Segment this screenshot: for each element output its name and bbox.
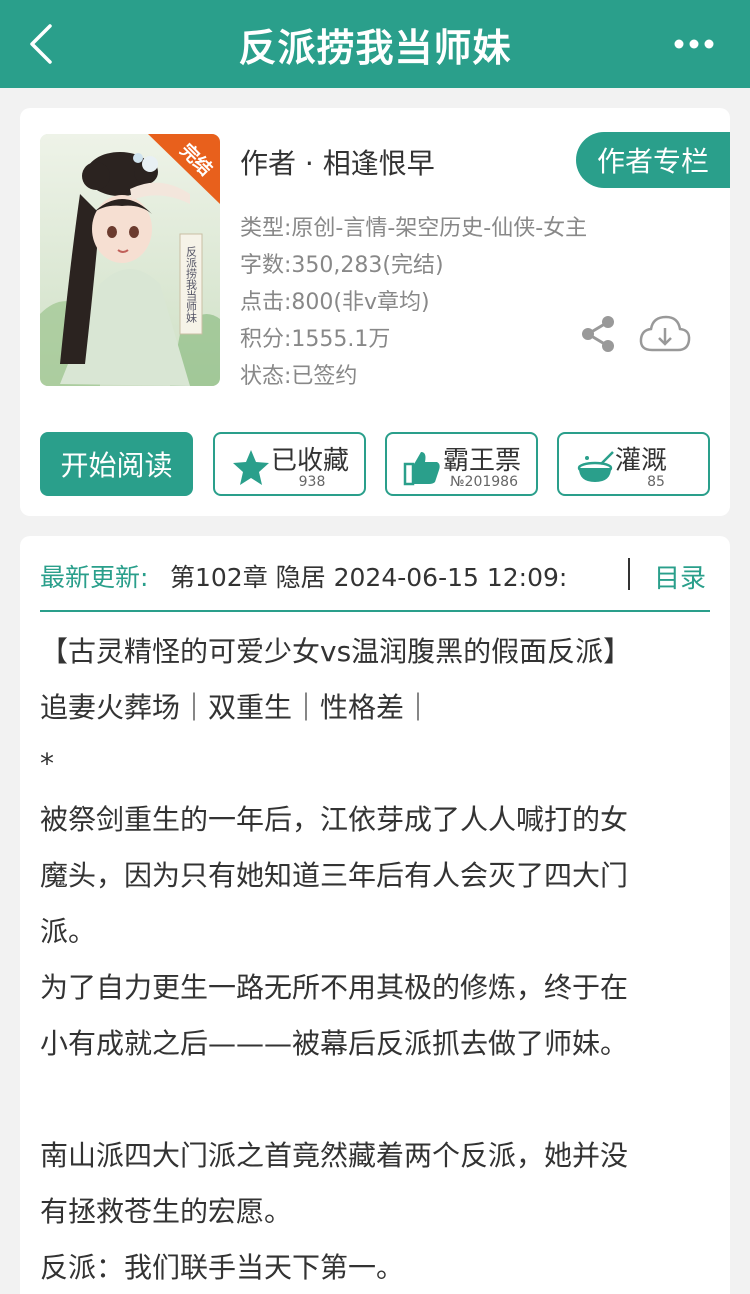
book-description: 【古灵精怪的可爱少女vs温润腹黑的假面反派】 追妻火葬场｜双重生｜性格差｜ * … bbox=[40, 624, 710, 1294]
collect-button[interactable]: 已收藏 938 bbox=[213, 432, 366, 496]
cover-title: 反派捞我当师妹 bbox=[185, 246, 198, 324]
thumbs-up-icon bbox=[403, 452, 440, 486]
table-of-contents-link[interactable]: 目录 bbox=[654, 558, 706, 595]
chevron-left-icon bbox=[30, 24, 52, 64]
description-line: 被祭剑重生的一年后，江依芽成了人人喊打的女 bbox=[40, 803, 629, 836]
author-column-button[interactable]: 作者专栏 bbox=[576, 132, 730, 188]
start-reading-button[interactable]: 开始阅读 bbox=[40, 432, 193, 496]
action-row: 开始阅读 已收藏 938 霸王票 №201986 灌溉 85 bbox=[40, 432, 710, 496]
book-detail-card: 最新更新: 第102章 隐居 2024-06-15 12:09: 目录 【古灵精… bbox=[20, 536, 730, 1294]
book-info-card: 完结 反派捞我当师妹 作者 · 相逢恨早 作者专栏 类型:原创-言情-架空历史-… bbox=[20, 108, 730, 516]
share-icon[interactable] bbox=[578, 314, 618, 354]
collect-count: 938 bbox=[298, 474, 326, 490]
description-line: 派。 bbox=[40, 915, 97, 948]
water-label: 灌溉 bbox=[615, 446, 668, 476]
description-line: 南山派四大门派之首竟然藏着两个反派，她并没 bbox=[40, 1139, 629, 1172]
book-clicks: 点击:800(非v章均) bbox=[240, 290, 430, 315]
back-button[interactable] bbox=[24, 20, 68, 68]
book-points: 积分:1555.1万 bbox=[240, 327, 391, 352]
description-line: 有拯救苍生的宏愿。 bbox=[40, 1195, 293, 1228]
book-status: 状态:已签约 bbox=[240, 364, 358, 389]
ticket-count: №201986 bbox=[449, 474, 518, 490]
water-count: 85 bbox=[647, 474, 665, 490]
page-title: 反派捞我当师妹 bbox=[238, 25, 512, 70]
description-line: 小有成就之后———被幕后反派抓去做了师妹。 bbox=[40, 1027, 629, 1060]
book-cover-illustration: 完结 反派捞我当师妹 bbox=[40, 134, 220, 386]
watering-bowl-icon bbox=[577, 451, 614, 482]
cloud-download-icon[interactable] bbox=[638, 312, 692, 356]
star-icon bbox=[233, 450, 269, 485]
latest-update-text[interactable]: 第102章 隐居 2024-06-15 12:09: bbox=[170, 558, 610, 594]
book-cover[interactable]: 完结 反派捞我当师妹 bbox=[40, 134, 220, 386]
book-word-count: 字数:350,283(完结) bbox=[240, 253, 444, 278]
description-line: 【古灵精怪的可爱少女vs温润腹黑的假面反派】 bbox=[40, 635, 632, 668]
latest-update-label: 最新更新: bbox=[40, 563, 149, 592]
collect-label: 已收藏 bbox=[271, 446, 350, 476]
divider bbox=[628, 558, 630, 590]
top-bar: 反派捞我当师妹 bbox=[0, 0, 750, 88]
water-button[interactable]: 灌溉 85 bbox=[557, 432, 710, 496]
description-blank-line bbox=[40, 1072, 710, 1128]
latest-update-row[interactable]: 最新更新: 第102章 隐居 2024-06-15 12:09: 目录 bbox=[40, 556, 710, 612]
more-button[interactable] bbox=[674, 30, 714, 58]
description-line: * bbox=[40, 747, 54, 780]
ticket-label: 霸王票 bbox=[443, 446, 522, 476]
ticket-button[interactable]: 霸王票 №201986 bbox=[385, 432, 538, 496]
more-dots-icon bbox=[674, 39, 714, 49]
description-line: 追妻火葬场｜双重生｜性格差｜ bbox=[40, 691, 433, 724]
book-type: 类型:原创-言情-架空历史-仙侠-女主 bbox=[240, 216, 588, 241]
description-line: 反派：我们联手当天下第一。 bbox=[40, 1251, 405, 1284]
author-line[interactable]: 作者 · 相逢恨早 bbox=[240, 142, 435, 182]
update-underline bbox=[40, 610, 710, 612]
description-line: 魔头，因为只有她知道三年后有人会灭了四大门 bbox=[40, 859, 629, 892]
description-line: 为了自力更生一路无所不用其极的修炼，终于在 bbox=[40, 971, 629, 1004]
